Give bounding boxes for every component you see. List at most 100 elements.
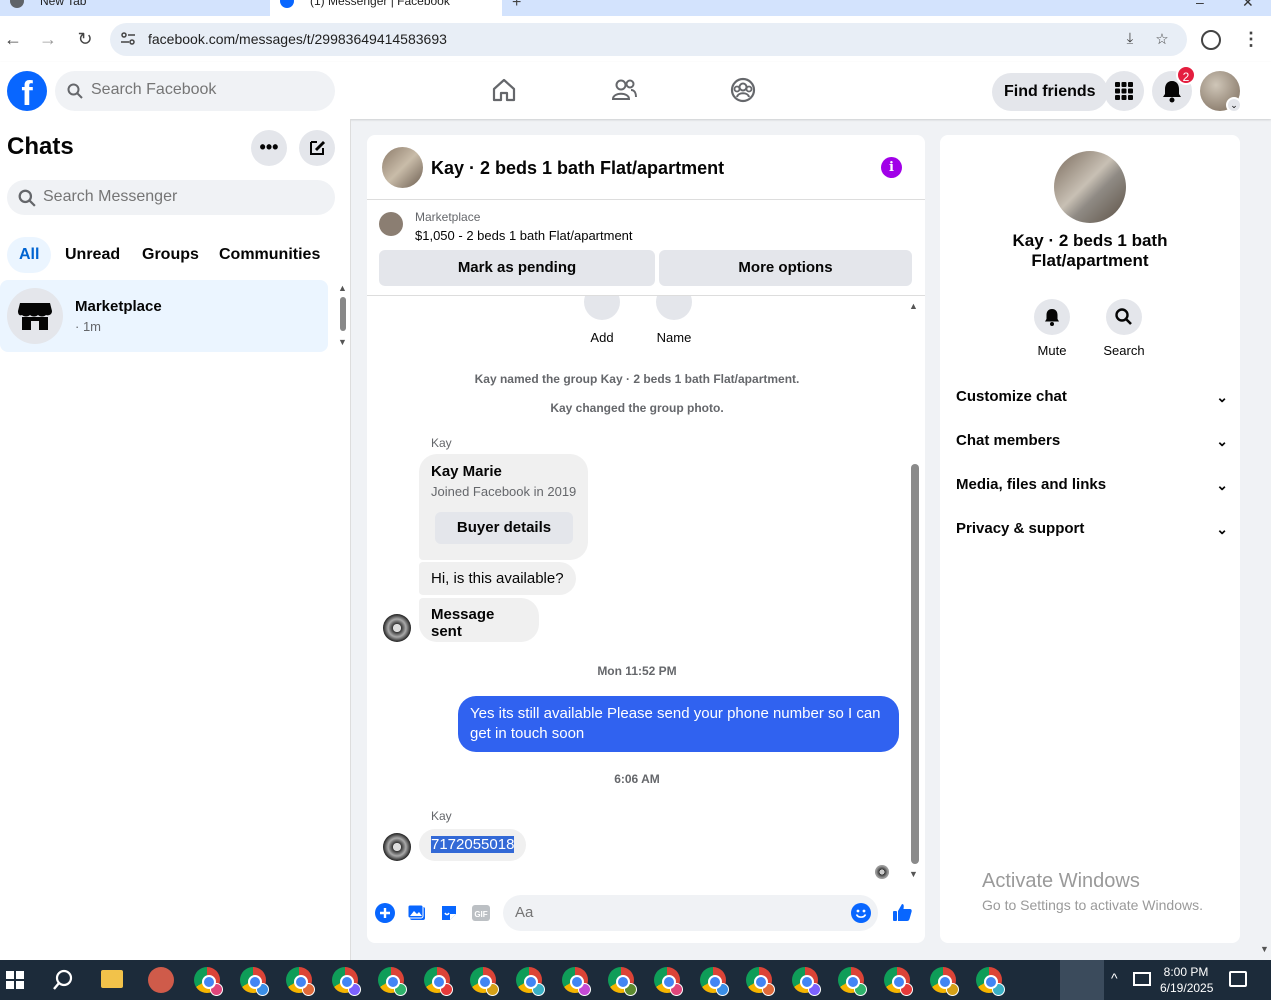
scroll-up-arrow-icon[interactable]: ▲ (909, 301, 918, 311)
browser-profile-icon[interactable] (1201, 30, 1221, 50)
snipping-tool-icon[interactable] (148, 967, 174, 993)
facebook-search[interactable] (55, 71, 335, 111)
reload-icon[interactable]: ↻ (72, 26, 98, 52)
windows-start-icon[interactable] (6, 971, 24, 989)
chat-list-item[interactable]: Marketplace · 1m (0, 280, 328, 352)
install-app-icon[interactable]: ⤓ (1120, 30, 1140, 50)
chrome-taskbar-icon[interactable] (516, 967, 545, 996)
chrome-taskbar-icon[interactable] (884, 967, 913, 996)
network-icon[interactable] (1133, 972, 1151, 986)
taskbar-search-icon[interactable] (52, 969, 74, 991)
mute-action[interactable]: Mute (1022, 299, 1082, 358)
page-scroll-down-icon[interactable]: ▼ (1260, 944, 1269, 954)
photo-icon[interactable] (407, 903, 427, 923)
home-icon[interactable] (490, 76, 518, 104)
gif-icon[interactable]: GIF (471, 903, 491, 923)
add-people-action[interactable]: Add (572, 296, 632, 345)
site-settings-icon[interactable] (120, 31, 136, 47)
outgoing-message-bubble[interactable]: Yes its still available Please send your… (458, 696, 899, 752)
menu-grid-button[interactable] (1104, 71, 1144, 111)
notification-center-icon[interactable] (1229, 971, 1247, 987)
tab-label: New Tab (40, 0, 87, 8)
browser-menu-icon[interactable]: ⋮ (1242, 29, 1260, 50)
chrome-taskbar-icon[interactable] (792, 967, 821, 996)
chrome-taskbar-icon[interactable] (286, 967, 315, 996)
emoji-icon[interactable] (851, 903, 871, 923)
selected-phone-number[interactable]: 7172055018 (431, 836, 515, 853)
groups-icon[interactable] (729, 76, 757, 104)
minimize-icon[interactable]: – (1196, 0, 1204, 10)
url-text[interactable]: facebook.com/messages/t/2998364941458369… (148, 31, 447, 47)
plus-circle-icon[interactable] (375, 903, 395, 923)
group-avatar[interactable] (382, 147, 423, 188)
file-explorer-icon[interactable] (101, 970, 123, 988)
browser-tab-new-tab[interactable]: New Tab (0, 0, 268, 16)
search-in-conversation-action[interactable]: Search (1094, 299, 1154, 358)
scroll-down-arrow-icon[interactable]: ▼ (909, 869, 918, 879)
messenger-search[interactable] (7, 180, 335, 215)
close-window-icon[interactable]: ✕ (1242, 0, 1254, 11)
chevron-down-icon[interactable]: ⌄ (1226, 97, 1242, 113)
chrome-taskbar-icon[interactable] (378, 967, 407, 996)
scroll-down-arrow-icon[interactable]: ▼ (338, 337, 347, 347)
browser-tab-messenger[interactable]: (1) Messenger | Facebook (270, 0, 502, 16)
message-input-box[interactable] (503, 895, 878, 931)
buyer-details-button[interactable]: Buyer details (435, 512, 573, 544)
chrome-taskbar-icon[interactable] (240, 967, 269, 996)
chat-members-section[interactable]: Chat members ⌄ (956, 421, 1228, 461)
read-receipt-avatar (875, 865, 889, 879)
chrome-taskbar-icon[interactable] (424, 967, 453, 996)
sender-avatar[interactable] (383, 614, 411, 642)
listing-title[interactable]: $1,050 - 2 beds 1 bath Flat/apartment (415, 228, 633, 243)
filter-communities[interactable]: Communities (207, 237, 332, 273)
sticker-icon[interactable] (439, 903, 459, 923)
conversation-title[interactable]: Kay · 2 beds 1 bath Flat/apartment (431, 158, 724, 179)
facebook-search-input[interactable] (91, 81, 321, 99)
friends-icon[interactable] (610, 76, 638, 104)
more-options-button[interactable]: More options (659, 250, 912, 286)
chrome-taskbar-icon[interactable] (194, 967, 223, 996)
filter-groups[interactable]: Groups (130, 237, 211, 273)
chats-scrollbar-thumb[interactable] (340, 297, 346, 331)
chrome-taskbar-icon[interactable] (470, 967, 499, 996)
chrome-taskbar-icon[interactable] (976, 967, 1005, 996)
chrome-taskbar-icon[interactable] (332, 967, 361, 996)
filter-all[interactable]: All (7, 237, 52, 273)
group-photo[interactable] (1054, 151, 1126, 223)
facebook-logo-icon[interactable]: f (7, 71, 47, 111)
message-bubble[interactable]: Hi, is this available? (419, 562, 576, 595)
chrome-taskbar-icon[interactable] (838, 967, 867, 996)
new-tab-plus-icon[interactable]: + (512, 0, 521, 12)
chats-options-button[interactable]: ••• (251, 130, 287, 166)
message-bubble[interactable]: Message sent (419, 598, 539, 642)
info-icon[interactable]: i (881, 157, 902, 178)
media-files-links-section[interactable]: Media, files and links ⌄ (956, 465, 1228, 505)
chrome-taskbar-icon[interactable] (700, 967, 729, 996)
sender-avatar[interactable] (383, 833, 411, 861)
mark-as-pending-button[interactable]: Mark as pending (379, 250, 655, 286)
thumbs-up-icon[interactable] (891, 901, 913, 923)
name-group-action[interactable]: Name (644, 296, 704, 345)
bookmark-star-icon[interactable]: ☆ (1152, 30, 1172, 50)
chrome-taskbar-icon[interactable] (562, 967, 591, 996)
customize-chat-section[interactable]: Customize chat ⌄ (956, 377, 1228, 417)
message-bubble[interactable]: 7172055018 (419, 829, 527, 861)
filter-unread[interactable]: Unread (53, 237, 132, 273)
forward-arrow-icon[interactable]: → (35, 26, 61, 52)
find-friends-button[interactable]: Find friends (992, 73, 1108, 111)
thread-scrollbar-thumb[interactable] (911, 464, 919, 864)
chrome-taskbar-icon[interactable] (654, 967, 683, 996)
messenger-search-input[interactable] (43, 188, 323, 206)
chrome-taskbar-icon[interactable] (930, 967, 959, 996)
taskbar-clock[interactable]: 8:00 PM 6/19/2025 (1160, 964, 1213, 996)
listing-thumbnail[interactable] (379, 212, 403, 236)
chrome-taskbar-icon[interactable] (746, 967, 775, 996)
address-bar[interactable]: facebook.com/messages/t/2998364941458369… (110, 23, 1187, 56)
tray-chevron-up-icon[interactable]: ^ (1111, 970, 1118, 986)
scroll-up-arrow-icon[interactable]: ▲ (338, 283, 347, 293)
back-arrow-icon[interactable]: ← (0, 26, 26, 52)
message-input[interactable] (515, 904, 835, 921)
chrome-taskbar-icon[interactable] (608, 967, 637, 996)
new-message-button[interactable] (299, 130, 335, 166)
privacy-support-section[interactable]: Privacy & support ⌄ (956, 509, 1228, 549)
